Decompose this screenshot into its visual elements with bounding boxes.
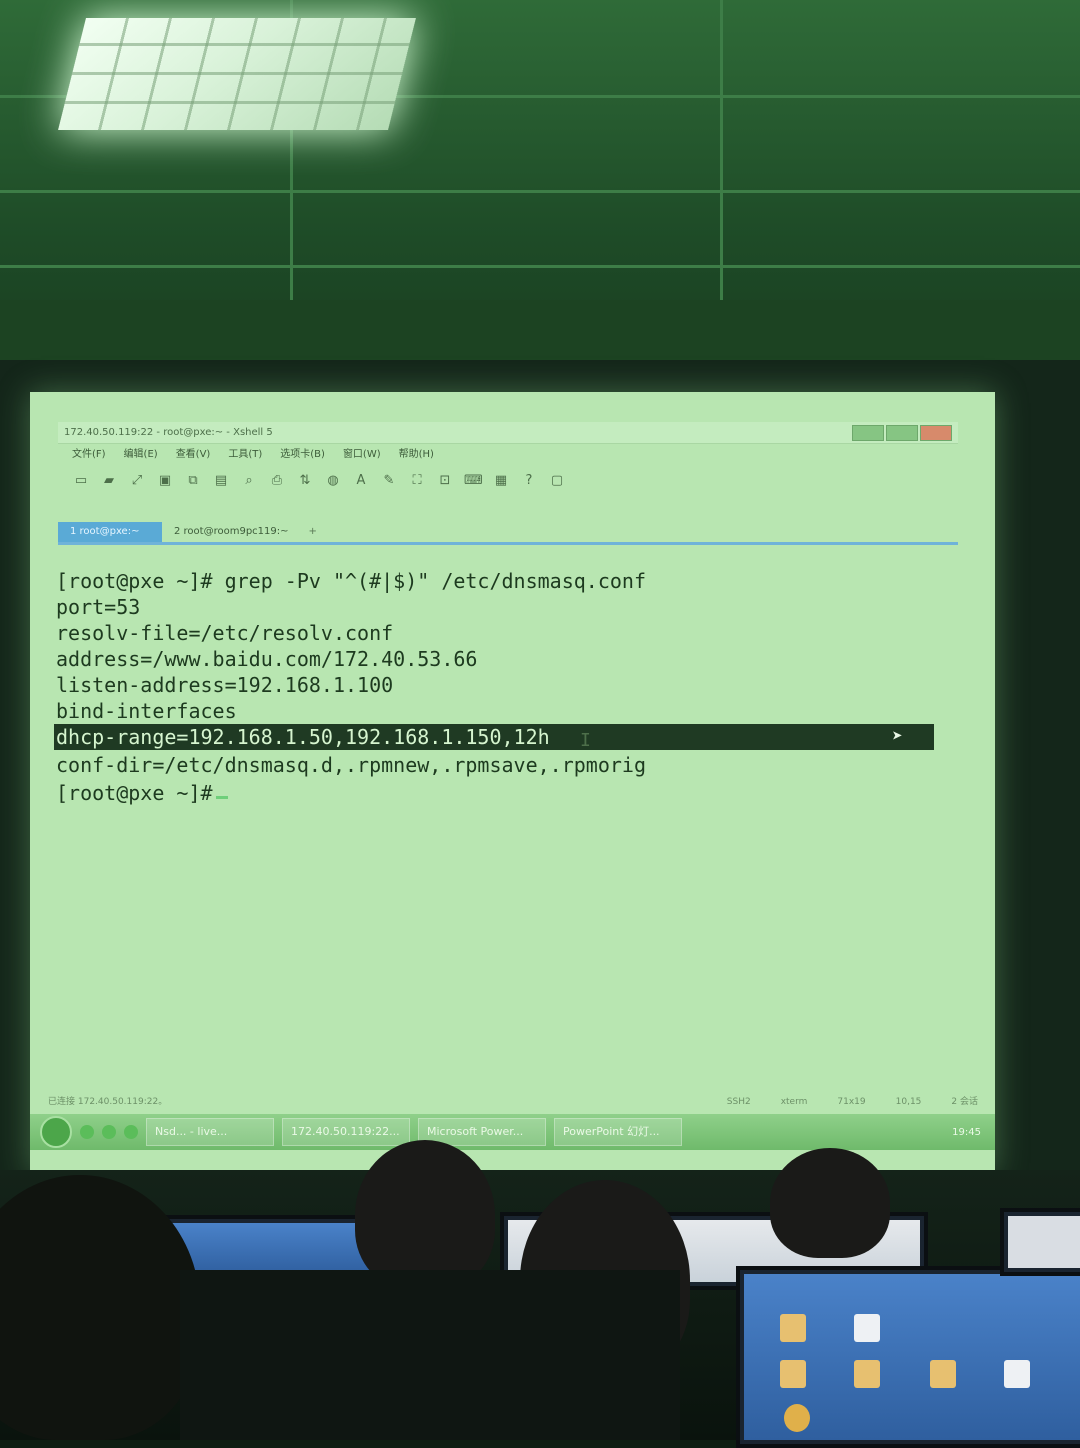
- taskbar-item[interactable]: 172.40.50.119:22...: [282, 1118, 410, 1146]
- print-icon[interactable]: ⎙: [268, 473, 286, 489]
- folder-icon: [854, 1360, 880, 1388]
- mouse-pointer-icon: ➤: [892, 726, 903, 747]
- copy-icon[interactable]: ⧉: [184, 473, 202, 489]
- ceiling-grid: [720, 0, 723, 300]
- font-icon[interactable]: A: [352, 473, 370, 489]
- minimize-button[interactable]: [852, 425, 884, 441]
- menu-view[interactable]: 查看(V): [176, 444, 211, 466]
- student-monitor: [736, 1266, 1080, 1448]
- app-icon[interactable]: [102, 1125, 116, 1139]
- chrome-icon: [784, 1404, 810, 1432]
- close-button[interactable]: [920, 425, 952, 441]
- status-connection: 已连接 172.40.50.119:22。: [48, 1097, 168, 1107]
- student-head: [355, 1140, 495, 1290]
- status-sessions: 2 会话: [951, 1097, 978, 1107]
- ceiling-light: [58, 18, 416, 130]
- toolbar: ▭ ▰ ⤢ ▣ ⧉ ▤ ⌕ ⎙ ⇅ ◍ A ✎ ⛶ ⊡ ⌨ ▦ ? ▢: [58, 466, 958, 496]
- tab-session-2[interactable]: 2 root@room9pc119:~: [162, 522, 301, 542]
- terminal-output[interactable]: [root@pxe ~]# grep -Pv "^(#|$)" /etc/dns…: [52, 560, 962, 1080]
- projected-screen: 172.40.50.119:22 - root@pxe:~ - Xshell 5…: [30, 392, 995, 1174]
- menu-edit[interactable]: 编辑(E): [124, 444, 158, 466]
- taskbar-item[interactable]: Nsd... - live...: [146, 1118, 274, 1146]
- help-icon[interactable]: ?: [520, 473, 538, 489]
- terminal-line-selected: dhcp-range=192.168.1.50,192.168.1.150,12…: [54, 724, 934, 750]
- menu-tabs[interactable]: 选项卡(B): [280, 444, 325, 466]
- new-session-icon[interactable]: ▭: [72, 473, 90, 489]
- menu-bar: 文件(F) 编辑(E) 查看(V) 工具(T) 选项卡(B) 窗口(W) 帮助(…: [58, 444, 958, 466]
- text-cursor: [216, 796, 228, 799]
- link-icon[interactable]: ⤢: [128, 473, 146, 489]
- terminal-line: conf-dir=/etc/dnsmasq.d,.rpmnew,.rpmsave…: [56, 753, 647, 777]
- session-tabs: 1 root@pxe:~ 2 root@room9pc119:~ +: [58, 520, 958, 545]
- terminal-line: resolv-file=/etc/resolv.conf: [56, 621, 394, 645]
- ceiling-grid: [0, 265, 1080, 268]
- terminal-line: [root@pxe ~]# grep -Pv "^(#|$)" /etc/dns…: [56, 569, 647, 593]
- ibeam-cursor-icon: I: [580, 730, 591, 751]
- fullscreen-icon[interactable]: ⛶: [408, 473, 426, 489]
- maximize-button[interactable]: [886, 425, 918, 441]
- file-icon: [1004, 1360, 1030, 1388]
- app-icon[interactable]: [124, 1125, 138, 1139]
- terminal-line: address=/www.baidu.com/172.40.53.66: [56, 647, 478, 671]
- tab-session-1[interactable]: 1 root@pxe:~: [58, 522, 162, 542]
- terminal-prompt: [root@pxe ~]#: [56, 781, 213, 805]
- start-button[interactable]: [40, 1116, 72, 1148]
- file-icon: [854, 1314, 880, 1342]
- add-tab-button[interactable]: +: [301, 522, 325, 542]
- menu-tools[interactable]: 工具(T): [228, 444, 262, 466]
- status-position: 10,15: [895, 1097, 922, 1107]
- student-head: [770, 1148, 890, 1258]
- globe-icon[interactable]: ◍: [324, 473, 342, 489]
- menu-help[interactable]: 帮助(H): [399, 444, 434, 466]
- keyboard-icon[interactable]: ⌨: [464, 473, 483, 489]
- taskbar-item[interactable]: PowerPoint 幻灯...: [554, 1118, 682, 1146]
- app-icon[interactable]: [80, 1125, 94, 1139]
- projector-screen-housing: [0, 300, 1080, 360]
- search-icon[interactable]: ⌕: [240, 473, 258, 489]
- student-monitor: [1000, 1208, 1080, 1276]
- status-term: xterm: [780, 1097, 808, 1107]
- folder-icon: [930, 1360, 956, 1388]
- status-size: 71x19: [837, 1097, 866, 1107]
- window-title: 172.40.50.119:22 - root@pxe:~ - Xshell 5: [64, 427, 273, 438]
- menu-file[interactable]: 文件(F): [72, 444, 106, 466]
- folder-icon: [780, 1314, 806, 1342]
- terminal-line: bind-interfaces: [56, 699, 237, 723]
- windows-taskbar: Nsd... - live... 172.40.50.119:22... Mic…: [30, 1114, 995, 1150]
- terminal-line: port=53: [56, 595, 141, 619]
- chat-icon[interactable]: ▢: [548, 473, 566, 489]
- menu-window[interactable]: 窗口(W): [343, 444, 381, 466]
- status-bar: 已连接 172.40.50.119:22。 SSH2 xterm 71x19 1…: [40, 1092, 978, 1112]
- status-protocol: SSH2: [726, 1097, 751, 1107]
- ceiling-grid: [0, 190, 1080, 193]
- script-icon[interactable]: ✎: [380, 473, 398, 489]
- monitor-back: [180, 1270, 680, 1440]
- window-titlebar: 172.40.50.119:22 - root@pxe:~ - Xshell 5: [58, 422, 958, 444]
- properties-icon[interactable]: ▣: [156, 473, 174, 489]
- folder-icon: [780, 1360, 806, 1388]
- layout-icon[interactable]: ▦: [492, 473, 510, 489]
- transfer-icon[interactable]: ⇅: [296, 473, 314, 489]
- paste-icon[interactable]: ▤: [212, 473, 230, 489]
- taskbar-clock: 19:45: [952, 1126, 981, 1138]
- open-folder-icon[interactable]: ▰: [100, 473, 118, 489]
- lock-icon[interactable]: ⊡: [436, 473, 454, 489]
- terminal-line: listen-address=192.168.1.100: [56, 673, 394, 697]
